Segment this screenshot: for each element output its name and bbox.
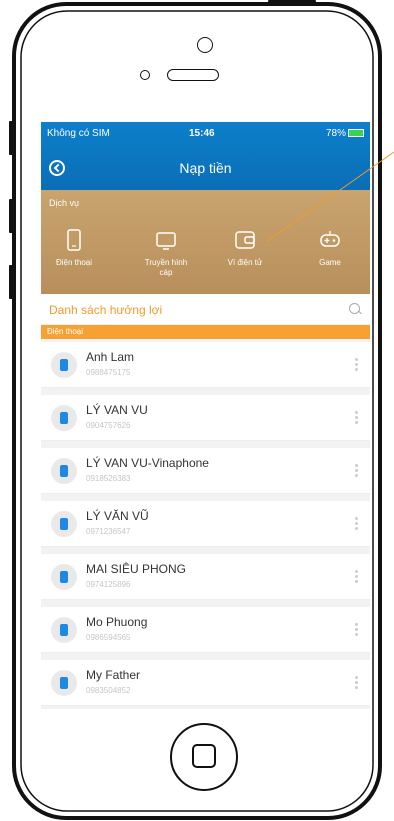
tv-icon bbox=[154, 228, 178, 252]
carrier-text: Không có SIM bbox=[47, 128, 110, 139]
more-options-icon[interactable] bbox=[355, 623, 358, 637]
contact-name: LÝ VĂN VŨ bbox=[86, 509, 149, 523]
list-item[interactable]: LÝ VAN VU 0904757626 bbox=[41, 395, 370, 441]
contact-number: 0971236547 bbox=[86, 527, 131, 536]
contact-number: 0983504852 bbox=[86, 686, 131, 695]
beneficiary-list-header: Danh sách hưởng lợi bbox=[41, 294, 370, 325]
contact-name: Anh Lam bbox=[86, 350, 135, 364]
service-item-label: Truyền hình bbox=[144, 258, 188, 267]
list-item[interactable]: My Father 0983504852 bbox=[41, 660, 370, 706]
service-item-label: Game bbox=[319, 258, 341, 267]
home-button-icon bbox=[192, 744, 216, 768]
mute-switch bbox=[9, 121, 14, 155]
contact-number: 0974125896 bbox=[86, 580, 131, 589]
volume-down-button bbox=[9, 265, 14, 299]
more-options-icon[interactable] bbox=[355, 358, 358, 372]
battery-indicator: 78% bbox=[326, 128, 364, 139]
list-item[interactable]: Anh Lam 0988475175 bbox=[41, 342, 370, 388]
section-header-phone: Điện thoại bbox=[41, 325, 370, 339]
contact-number: 0918526383 bbox=[86, 474, 131, 483]
avatar bbox=[51, 670, 77, 696]
more-options-icon[interactable] bbox=[355, 411, 358, 425]
phone-icon bbox=[60, 571, 68, 583]
phone-icon bbox=[60, 624, 68, 636]
contact-name: LÝ VAN VU-Vinaphone bbox=[86, 456, 209, 470]
gamepad-icon bbox=[318, 228, 342, 252]
list-item[interactable]: LÝ VAN VU-Vinaphone 0918526383 bbox=[41, 448, 370, 494]
service-item-e-wallet[interactable]: Ví điện tử bbox=[212, 228, 278, 268]
phone-icon bbox=[60, 518, 68, 530]
phone-icon bbox=[60, 412, 68, 424]
avatar bbox=[51, 564, 77, 590]
contact-number: 0988475175 bbox=[86, 368, 131, 377]
battery-percent: 78% bbox=[325, 128, 346, 139]
service-panel: Dịch vụ Điện thoại Truyền hình cáp Ví đi… bbox=[41, 190, 370, 294]
more-options-icon[interactable] bbox=[355, 464, 358, 478]
search-icon[interactable] bbox=[349, 303, 360, 314]
clock-text: 15:46 bbox=[189, 128, 215, 139]
contact-name: My Father bbox=[86, 668, 141, 682]
contact-name: MAI SIÊU PHONG bbox=[86, 562, 187, 576]
front-camera-icon bbox=[197, 37, 213, 53]
avatar bbox=[51, 352, 77, 378]
phone-icon bbox=[60, 677, 68, 689]
service-item-sublabel: cáp bbox=[159, 268, 173, 277]
speaker-icon bbox=[167, 69, 219, 81]
phone-icon bbox=[62, 228, 86, 252]
contact-name: Mo Phuong bbox=[86, 615, 148, 629]
avatar bbox=[51, 617, 77, 643]
section-label: Điện thoại bbox=[47, 327, 84, 336]
service-item-phone[interactable]: Điện thoại bbox=[41, 228, 107, 268]
page-title: Nạp tiền bbox=[179, 160, 232, 176]
contact-number: 0904757626 bbox=[86, 421, 131, 430]
wallet-icon bbox=[233, 228, 257, 252]
more-options-icon[interactable] bbox=[355, 676, 358, 690]
avatar bbox=[51, 511, 77, 537]
service-item-cable-tv[interactable]: Truyền hình cáp bbox=[133, 228, 199, 278]
phone-screen: Không có SIM 15:46 78% Nạp tiền Dịch vụ … bbox=[41, 122, 370, 709]
contact-name: LÝ VAN VU bbox=[86, 403, 148, 417]
more-options-icon[interactable] bbox=[355, 517, 358, 531]
avatar bbox=[51, 405, 77, 431]
list-item[interactable]: MAI SIÊU PHONG 0974125896 bbox=[41, 554, 370, 600]
phone-icon bbox=[60, 359, 68, 371]
status-bar: Không có SIM 15:46 78% bbox=[41, 128, 370, 142]
sensor-icon bbox=[140, 70, 150, 80]
list-item[interactable]: LÝ VĂN VŨ 0971236547 bbox=[41, 501, 370, 547]
phone-icon bbox=[60, 465, 68, 477]
list-title: Danh sách hưởng lợi bbox=[49, 303, 163, 317]
more-options-icon[interactable] bbox=[355, 570, 358, 584]
list-item[interactable]: Mo Phuong 0986594565 bbox=[41, 607, 370, 653]
service-label: Dịch vụ bbox=[49, 198, 80, 208]
service-item-game[interactable]: Game bbox=[297, 228, 363, 268]
avatar bbox=[51, 458, 77, 484]
battery-icon bbox=[348, 129, 364, 138]
app-header: Không có SIM 15:46 78% Nạp tiền bbox=[41, 122, 370, 190]
power-button bbox=[268, 0, 316, 4]
volume-up-button bbox=[9, 199, 14, 233]
service-item-label: Ví điện tử bbox=[227, 258, 263, 267]
contact-number: 0986594565 bbox=[86, 633, 131, 642]
service-item-label: Điện thoại bbox=[55, 258, 93, 267]
